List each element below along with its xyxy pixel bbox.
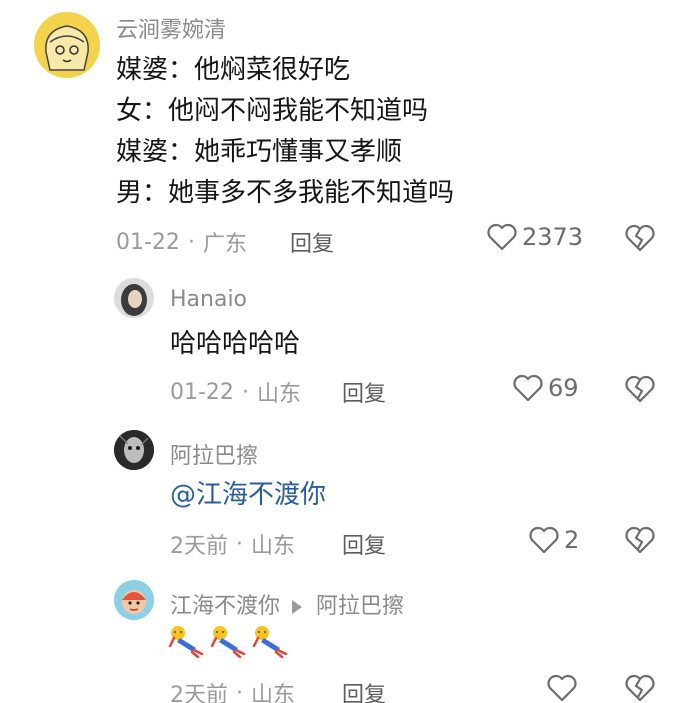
comment-username[interactable]: 江海不渡你 (170, 594, 280, 619)
like-count: 2 (564, 526, 580, 554)
heart-outline-icon (487, 223, 517, 251)
comment-text[interactable]: @江海不渡你 (170, 475, 326, 515)
dislike-button[interactable] (624, 525, 656, 559)
like-count: 2373 (522, 223, 584, 251)
comment-date: 2天前 (170, 534, 228, 559)
meta-dot: · (241, 379, 249, 405)
meta-dot: · (187, 229, 195, 255)
reply-button[interactable]: 回复 (342, 677, 386, 703)
avatar[interactable] (34, 12, 100, 78)
triangle-right-icon (292, 600, 303, 614)
avatar[interactable] (114, 278, 154, 318)
dislike-button[interactable] (624, 673, 656, 703)
comment-location: 广东 (202, 232, 247, 257)
meta-dot: · (236, 680, 243, 703)
comment-username[interactable]: 云涧雾婉清 (116, 12, 226, 44)
avatar-illustration (34, 12, 100, 78)
comment-date: 01-22 (170, 379, 234, 405)
reply-button[interactable]: 回复 (290, 226, 334, 258)
emoji-row (168, 624, 288, 658)
avatar[interactable] (114, 580, 154, 620)
like-button[interactable]: 69 (512, 373, 579, 403)
heart-outline-icon (547, 674, 577, 702)
reply-button[interactable]: 回复 (342, 528, 386, 560)
like-button[interactable]: 2373 (486, 222, 583, 252)
lying-figure-emoji (252, 626, 288, 658)
like-count: 69 (548, 374, 579, 402)
broken-heart-icon (625, 375, 655, 403)
heart-outline-icon (529, 526, 559, 554)
comment-date: 2天前 (170, 683, 228, 703)
reply-header: 江海不渡你 阿拉巴擦 (170, 588, 404, 620)
like-button[interactable]: 2 (528, 525, 579, 555)
comment-location: 山东 (256, 382, 301, 407)
comment-meta: 2天前 · 山东 (170, 528, 295, 560)
lying-figure-emoji (168, 626, 204, 658)
comment-location: 山东 (251, 683, 296, 703)
avatar-photo (114, 278, 154, 318)
comment-meta: 2天前 · 山东 (170, 677, 295, 703)
comment-line: 女：他闷不闷我能不知道吗 (116, 96, 429, 126)
broken-heart-icon (625, 224, 655, 252)
meta-dot: · (236, 531, 243, 557)
lying-figure-emoji (210, 626, 246, 658)
heart-outline-icon (513, 374, 543, 402)
comment-meta: 01-22 · 山东 (170, 376, 301, 408)
dislike-button[interactable] (624, 223, 656, 257)
like-button[interactable] (546, 673, 578, 703)
comment-line: 媒婆：他焖菜很好吃 (116, 55, 351, 85)
reply-button[interactable]: 回复 (342, 376, 386, 408)
comment-text: 哈哈哈哈哈 (170, 329, 301, 359)
dislike-button[interactable] (624, 374, 656, 408)
avatar-photo (114, 430, 154, 470)
comment-date: 01-22 (116, 229, 180, 255)
comment-username[interactable]: 阿拉巴擦 (170, 438, 258, 470)
avatar-cartoon (114, 580, 154, 620)
comment-line: 媒婆：她乖巧懂事又孝顺 (116, 137, 403, 167)
avatar[interactable] (114, 430, 154, 470)
comment-line: 男：她事多不多我能不知道吗 (116, 178, 455, 208)
broken-heart-icon (625, 674, 655, 702)
reply-to-username[interactable]: 阿拉巴擦 (316, 594, 404, 619)
comment-meta: 01-22 · 广东 (116, 226, 247, 258)
comment-username[interactable]: Hanaio (170, 287, 247, 312)
comment-location: 山东 (251, 534, 296, 559)
broken-heart-icon (625, 526, 655, 554)
